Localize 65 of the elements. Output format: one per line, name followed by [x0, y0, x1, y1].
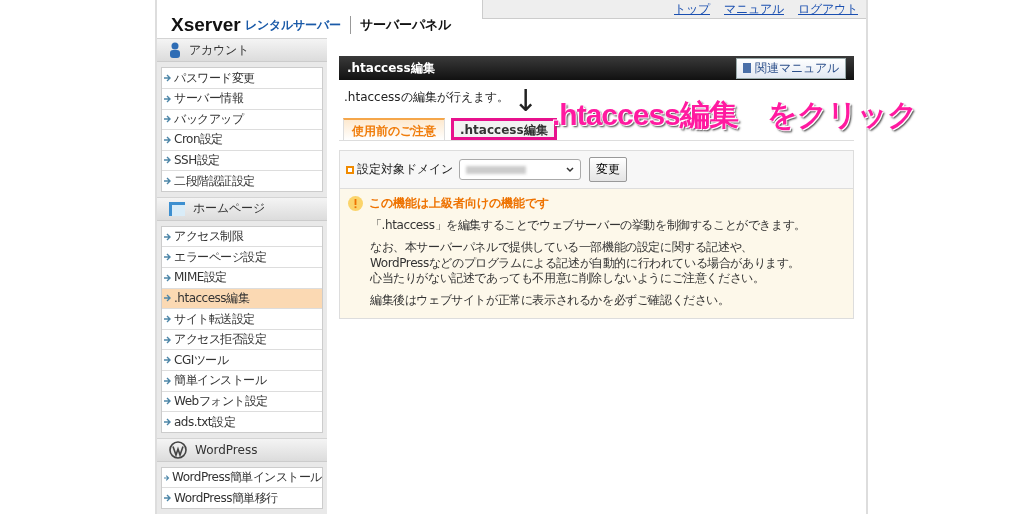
arrow-icon — [164, 232, 172, 241]
person-icon — [169, 42, 181, 59]
notice-line: なお、本サーバーパネルで提供している一部機能の設定に関する記述や、 — [370, 239, 753, 256]
arrow-icon — [164, 418, 172, 426]
domain-select[interactable] — [459, 159, 581, 181]
annotation-arrow: ↓ — [513, 86, 539, 116]
bullet-icon — [346, 165, 354, 174]
arrow-icon — [164, 115, 172, 124]
arrow-icon — [164, 356, 172, 365]
wordpress-logo-icon — [169, 440, 187, 459]
sidebar-item[interactable]: SSH設定 — [162, 149, 322, 171]
sidebar-item[interactable]: Cron設定 — [162, 129, 322, 150]
notice-line: 心当たりがない記述であっても不用意に削除しないようにご注意ください。 — [370, 271, 765, 287]
sidebar-item[interactable]: パスワード変更 — [162, 68, 322, 88]
arrow-icon — [164, 376, 172, 385]
logo-product: レンタルサーバー — [244, 16, 341, 34]
arrow-icon — [164, 294, 172, 303]
sidebar-item[interactable]: WordPress簡単移行 — [162, 487, 322, 508]
section-title: WordPress — [195, 442, 258, 457]
description-text: .htaccessの編集が行えます。 — [344, 89, 509, 107]
sidebar-item[interactable]: サーバー情報 — [162, 87, 322, 109]
window-icon — [169, 201, 185, 216]
sidebar-item[interactable]: サイト転送設定 — [162, 308, 322, 329]
sidebar-item[interactable]: CGIツール — [162, 349, 322, 371]
arrow-icon — [164, 177, 172, 186]
sidebar-item[interactable]: エラーページ設定 — [162, 246, 322, 268]
header-link[interactable]: マニュアル — [724, 0, 784, 18]
arrow-icon — [164, 315, 172, 324]
notice-line: 編集後はウェブサイトが正常に表示されるかを必ずご確認ください。 — [370, 292, 730, 309]
arrow-icon — [164, 156, 172, 165]
logo-brand: Xserver — [171, 14, 241, 37]
section-title: ホームページ — [193, 200, 265, 218]
header-link[interactable]: トップ — [674, 0, 710, 18]
arrow-icon — [164, 94, 172, 103]
manual-button[interactable]: 関連マニュアル — [736, 57, 846, 79]
notice-line: 「.htaccess」を編集することでウェブサーバーの挙動を制御することができます。 — [370, 218, 806, 234]
arrow-icon — [164, 253, 172, 262]
section-title: アカウント — [189, 41, 249, 59]
sidebar-item[interactable]: アクセス拒否設定 — [162, 328, 322, 350]
notice-line: WordPressなどのプログラムによる記述が自動的に行われている場合があります。 — [370, 255, 801, 272]
sidebar-item[interactable]: アクセス制限 — [162, 226, 322, 247]
sidebar-item[interactable]: ads.txt設定 — [162, 411, 322, 432]
chevron-down-icon — [566, 166, 574, 173]
arrow-icon — [164, 494, 172, 503]
sidebar-item[interactable]: WordPress簡単インストール — [162, 467, 322, 488]
panel-title: サーバーパネル — [359, 16, 451, 35]
arrow-icon — [164, 473, 171, 482]
sidebar-item[interactable]: 二段階認証設定 — [162, 170, 322, 191]
book-icon — [743, 63, 751, 74]
sidebar-item[interactable]: バックアップ — [162, 108, 322, 130]
header-link[interactable]: ログアウト — [798, 0, 858, 18]
arrow-icon — [164, 397, 172, 406]
sidebar-item[interactable]: MIME設定 — [162, 267, 322, 288]
sidebar-item[interactable]: 簡単インストール — [162, 370, 322, 391]
warning-icon — [348, 196, 363, 212]
change-button[interactable]: 変更 — [589, 157, 627, 183]
arrow-icon — [164, 335, 172, 344]
domain-label: 設定対象ドメイン — [357, 161, 453, 179]
arrow-icon — [164, 135, 172, 144]
sidebar-item[interactable]: .htaccess編集 — [162, 287, 322, 309]
arrow-icon — [164, 74, 172, 83]
notice-title: この機能は上級者向けの機能です — [369, 195, 549, 213]
page-title: .htaccess編集 — [347, 59, 435, 77]
arrow-icon — [164, 273, 172, 282]
sidebar-item[interactable]: Webフォント設定 — [162, 390, 322, 412]
